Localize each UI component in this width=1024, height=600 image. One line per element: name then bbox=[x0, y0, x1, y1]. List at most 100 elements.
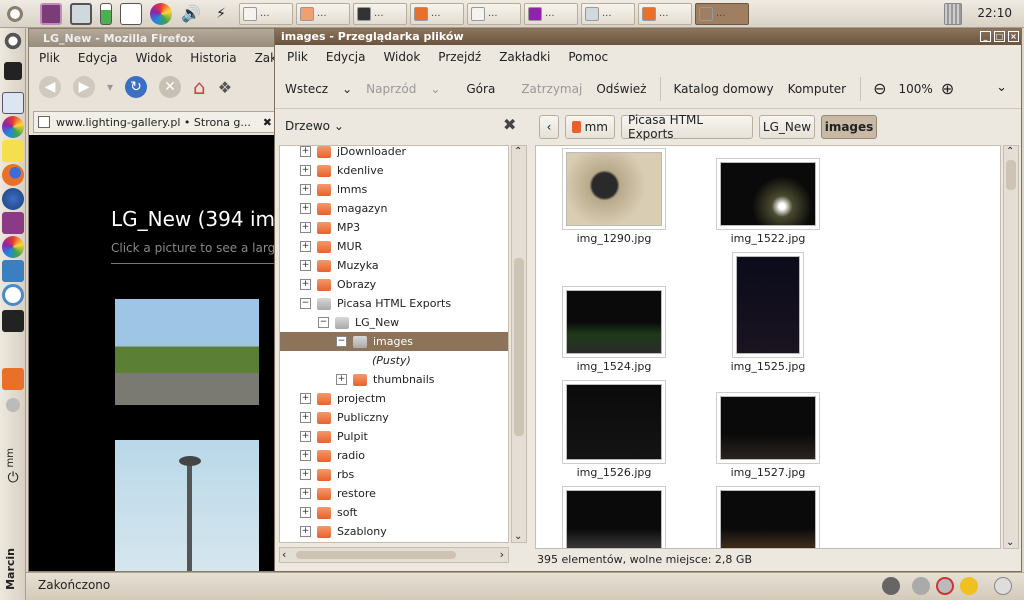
tree-expander-icon[interactable]: + bbox=[300, 146, 311, 157]
tree-row[interactable]: + radio bbox=[280, 446, 508, 465]
tree-expander-icon[interactable]: + bbox=[300, 526, 311, 537]
menu-item[interactable]: Edycja bbox=[326, 50, 366, 64]
tree-expander-icon[interactable]: + bbox=[300, 222, 311, 233]
stop-icon[interactable]: ✕ bbox=[159, 76, 182, 98]
picasa-icon-2[interactable] bbox=[2, 236, 24, 258]
pencil-icon[interactable] bbox=[2, 140, 24, 162]
file-name[interactable]: img_1525.jpg bbox=[708, 360, 828, 373]
toolbar-overflow-icon[interactable]: ⌄ bbox=[996, 80, 1007, 95]
file-thumbnail[interactable] bbox=[566, 290, 662, 354]
weather-tray-icon[interactable] bbox=[912, 577, 930, 595]
tree-row[interactable]: + magazyn bbox=[280, 199, 508, 218]
tree-expander-icon[interactable]: − bbox=[318, 317, 329, 328]
back-button[interactable]: Wstecz bbox=[285, 82, 328, 96]
ubuntu-gear-icon[interactable] bbox=[2, 30, 24, 52]
file-item[interactable]: img_1527.jpg bbox=[708, 396, 828, 479]
monitor-icon[interactable] bbox=[70, 2, 92, 25]
clock[interactable]: 22:10 bbox=[977, 6, 1012, 20]
menu-item[interactable]: Pomoc bbox=[568, 50, 608, 64]
maximize-icon[interactable]: □ bbox=[994, 31, 1005, 42]
tree-row[interactable]: + Pulpit bbox=[280, 427, 508, 446]
network-icon[interactable]: ⚡ bbox=[210, 3, 232, 25]
file-thumbnail[interactable] bbox=[566, 490, 662, 548]
file-name[interactable]: img_1524.jpg bbox=[554, 360, 674, 373]
breadcrumb-images[interactable]: images bbox=[821, 115, 877, 139]
smiley-tray-icon[interactable] bbox=[960, 577, 978, 595]
firefox-menu-item[interactable]: Edycja bbox=[78, 51, 118, 65]
tree-row[interactable]: + Obrazy bbox=[280, 275, 508, 294]
tree-expander-icon[interactable]: + bbox=[336, 374, 347, 385]
tree-expander-icon[interactable]: + bbox=[300, 469, 311, 480]
tree-row[interactable]: + soft bbox=[280, 503, 508, 522]
tree-expander-icon[interactable]: + bbox=[300, 279, 311, 290]
file-thumbnail[interactable] bbox=[566, 152, 662, 226]
taskbar-item[interactable]: ... bbox=[695, 2, 749, 25]
magnifier-icon[interactable] bbox=[2, 284, 24, 306]
file-thumbnail[interactable] bbox=[736, 256, 800, 354]
taskbar-item[interactable]: ... bbox=[638, 2, 692, 25]
firefox-menu-item[interactable]: Widok bbox=[135, 51, 172, 65]
history-dropdown-icon[interactable]: ▾ bbox=[107, 80, 113, 94]
firefox-menu-item[interactable]: Historia bbox=[190, 51, 236, 65]
file-thumbnail[interactable] bbox=[720, 490, 816, 548]
scroll-down-icon[interactable]: ⌄ bbox=[514, 531, 522, 542]
icon-view-scrollbar[interactable]: ⌃ ⌄ bbox=[1003, 145, 1019, 549]
terminal-icon[interactable] bbox=[2, 310, 24, 332]
tree-expander-icon[interactable]: + bbox=[300, 488, 311, 499]
tree-expander-icon[interactable]: − bbox=[300, 298, 311, 309]
menu-item[interactable]: Plik bbox=[287, 50, 308, 64]
file-name[interactable]: img_1526.jpg bbox=[554, 466, 674, 479]
lock-icon[interactable] bbox=[4, 62, 22, 80]
close-side-pane-icon[interactable]: ✖ bbox=[503, 115, 516, 134]
power-icon[interactable]: ⏻ bbox=[2, 470, 24, 492]
ubuntu-logo-icon[interactable] bbox=[4, 2, 26, 25]
breadcrumb-left-arrow[interactable]: ‹ bbox=[539, 115, 559, 139]
tree-expander-icon[interactable]: + bbox=[300, 184, 311, 195]
tree-row[interactable]: + Muzyka bbox=[280, 256, 508, 275]
tree-row[interactable]: + lmms bbox=[280, 180, 508, 199]
close-window-icon[interactable]: × bbox=[1008, 31, 1019, 42]
firefox-tab[interactable]: www.lighting-gallery.pl • Strona g... ✖ bbox=[33, 111, 277, 133]
taskbar-item[interactable]: ... bbox=[296, 2, 350, 25]
menu-item[interactable]: Zakładki bbox=[499, 50, 550, 64]
menu-item[interactable]: Przejdź bbox=[438, 50, 481, 64]
tree-row[interactable]: + restore bbox=[280, 484, 508, 503]
stop-button[interactable]: Zatrzymaj bbox=[521, 82, 582, 96]
tree-row[interactable]: + kdenlive bbox=[280, 161, 508, 180]
purple-app-icon[interactable] bbox=[2, 212, 24, 234]
tree-expander-icon[interactable]: + bbox=[300, 203, 311, 214]
tree-expander-icon[interactable]: + bbox=[300, 165, 311, 176]
tree-row[interactable]: + rbs bbox=[280, 465, 508, 484]
scroll-up-icon[interactable]: ⌃ bbox=[514, 146, 522, 157]
breadcrumb-picasa[interactable]: Picasa HTML Exports bbox=[621, 113, 753, 141]
zoom-in-icon[interactable]: ⊕ bbox=[941, 79, 954, 98]
volume-icon[interactable]: 🔊 bbox=[180, 3, 202, 25]
tree-expander-icon[interactable]: + bbox=[300, 393, 311, 404]
taskbar-item[interactable]: ... bbox=[239, 2, 293, 25]
icon-view-scroll-thumb[interactable] bbox=[1006, 160, 1016, 190]
blocked-tray-icon[interactable] bbox=[936, 577, 954, 595]
file-name[interactable]: img_1527.jpg bbox=[708, 466, 828, 479]
tree-row[interactable]: − images bbox=[280, 332, 508, 351]
file-name[interactable]: img_1290.jpg bbox=[554, 232, 674, 245]
tree-horizontal-scrollbar[interactable]: ‹ › bbox=[279, 547, 509, 563]
gallery-thumbnail[interactable] bbox=[115, 299, 259, 405]
file-item[interactable]: img_1290.jpg bbox=[554, 152, 674, 245]
tree-expander-icon[interactable]: + bbox=[300, 412, 311, 423]
file-browser-window[interactable]: images - Przeglądarka plików _ □ × Plik E… bbox=[274, 28, 1022, 572]
forward-dropdown-icon[interactable]: ⌄ bbox=[430, 82, 440, 96]
tree-expander-icon[interactable]: + bbox=[300, 507, 311, 518]
tree-row[interactable]: − Picasa HTML Exports bbox=[280, 294, 508, 313]
file-item[interactable]: img_1524.jpg bbox=[554, 290, 674, 373]
trash-icon[interactable] bbox=[944, 3, 962, 25]
zoom-level[interactable]: 100% bbox=[899, 82, 933, 96]
reload-button[interactable]: Odśwież bbox=[596, 82, 646, 96]
tree-expander-icon[interactable]: + bbox=[300, 260, 311, 271]
file-item[interactable]: img_1526.jpg bbox=[554, 384, 674, 479]
globe-icon[interactable] bbox=[2, 188, 24, 210]
scroll-right-icon[interactable]: › bbox=[500, 548, 504, 561]
folder-photo-icon[interactable] bbox=[2, 368, 24, 390]
blue-app-icon[interactable] bbox=[2, 260, 24, 282]
tree-vertical-scrollbar[interactable]: ⌃ ⌄ bbox=[511, 145, 527, 543]
terminal-app-icon[interactable] bbox=[40, 2, 62, 25]
